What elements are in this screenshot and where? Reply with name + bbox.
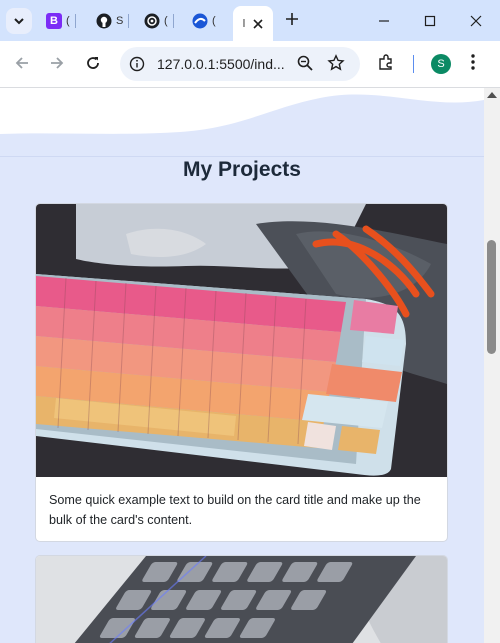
tab-title: (: [212, 15, 216, 27]
keyboard-photo: [36, 556, 447, 643]
arrow-left-icon: [15, 57, 28, 69]
profile-avatar[interactable]: S: [431, 54, 451, 74]
minimize-icon: [379, 20, 389, 22]
minimize-button[interactable]: [370, 7, 398, 35]
tab-github[interactable]: S: [96, 8, 130, 34]
close-icon[interactable]: [253, 18, 263, 29]
chevron-down-icon: [14, 18, 24, 25]
maximize-button[interactable]: [416, 7, 444, 35]
tab-edge[interactable]: (: [192, 8, 216, 34]
url-text[interactable]: 127.0.0.1:5500/ind...: [157, 56, 285, 72]
bookmark-star-icon[interactable]: [327, 54, 347, 74]
close-window-button[interactable]: [462, 7, 490, 35]
project-card: Some quick example text to build on the …: [35, 203, 448, 542]
extensions-icon[interactable]: [377, 53, 395, 76]
project-card: [35, 555, 448, 643]
bootstrap-icon: B: [46, 13, 62, 29]
maximize-icon: [424, 15, 436, 27]
toolbar-separator: [413, 55, 414, 73]
tab-separator: [128, 14, 130, 28]
scrollbar-thumb[interactable]: [487, 240, 496, 354]
tab-bootstrap[interactable]: B (: [46, 8, 76, 34]
tab-separator: [74, 14, 76, 28]
browser-toolbar: 127.0.0.1:5500/ind... S: [0, 41, 500, 88]
scroll-up-arrow-icon[interactable]: [487, 92, 497, 98]
tab-title: (: [164, 15, 168, 27]
edge-swirl-icon: [192, 13, 208, 29]
zoom-icon[interactable]: [296, 54, 316, 74]
tab-strip: B ( S ( ( l: [0, 0, 500, 41]
address-bar[interactable]: 127.0.0.1:5500/ind...: [120, 47, 360, 81]
reload-button[interactable]: [79, 49, 107, 77]
section-title: My Projects: [183, 158, 301, 181]
tab-title: S: [116, 15, 124, 27]
card-text: Some quick example text to build on the …: [49, 493, 421, 527]
tab-separator: [172, 14, 174, 28]
page-scrollbar[interactable]: [484, 88, 500, 643]
tab-chatgpt[interactable]: (: [144, 8, 174, 34]
tab-title: l: [242, 17, 246, 30]
chatgpt-icon: [144, 13, 160, 29]
section-divider: [0, 156, 484, 157]
close-icon: [470, 15, 482, 27]
plus-icon: [286, 13, 298, 25]
new-tab-button[interactable]: [285, 10, 299, 30]
page-content: My Projects Some quick example text to b…: [0, 88, 484, 643]
keyboard-photo: [36, 204, 447, 477]
github-icon: [96, 13, 112, 29]
forward-button[interactable]: [43, 49, 71, 77]
reload-icon: [87, 57, 99, 69]
hero-wave-shape: [0, 88, 484, 134]
tab-active[interactable]: l: [233, 6, 273, 41]
tab-search-button[interactable]: [6, 8, 32, 34]
tab-title: (: [66, 15, 70, 27]
site-info-icon[interactable]: [128, 55, 146, 73]
menu-kebab-icon[interactable]: [470, 53, 476, 76]
arrow-right-icon: [51, 57, 64, 69]
back-button[interactable]: [8, 49, 36, 77]
